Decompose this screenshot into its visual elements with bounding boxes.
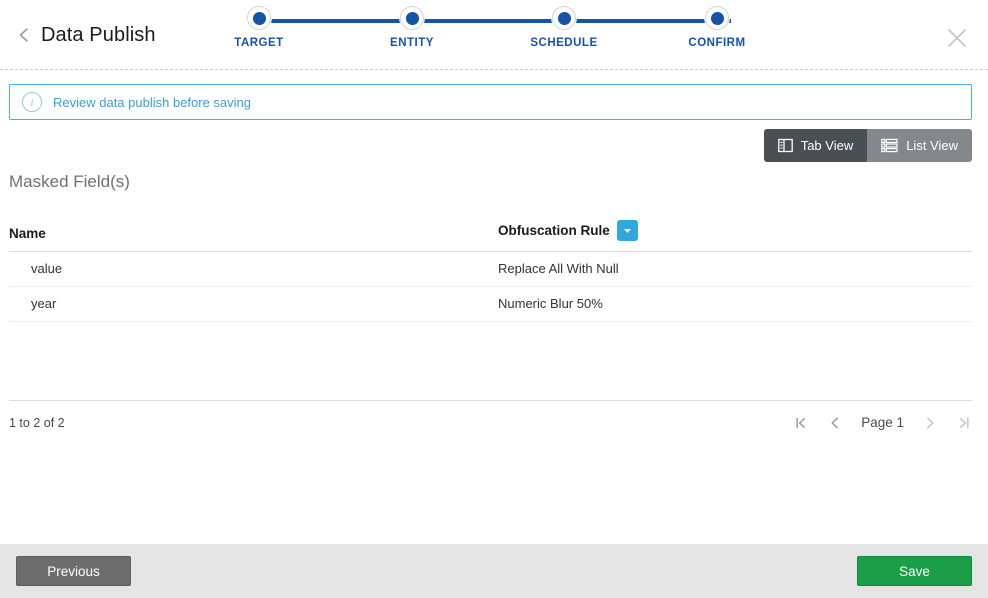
- step-label-confirm: CONFIRM: [657, 37, 777, 49]
- step-label-entity: ENTITY: [352, 37, 472, 49]
- save-button[interactable]: Save: [857, 556, 972, 586]
- chevron-down-icon[interactable]: [617, 220, 638, 241]
- table-row[interactable]: year Numeric Blur 50%: [9, 287, 972, 322]
- stepper-step-target[interactable]: TARGET: [199, 6, 319, 49]
- page-indicator: Page 1: [861, 415, 904, 430]
- cell-name: value: [9, 252, 498, 287]
- prev-page-icon[interactable]: [827, 415, 843, 431]
- data-publish-wizard: Data Publish TARGET ENTITY SCHEDULE CONF…: [0, 0, 988, 598]
- table-row[interactable]: value Replace All With Null: [9, 252, 972, 287]
- list-view-icon: [881, 138, 898, 153]
- step-dot-target[interactable]: [247, 6, 271, 30]
- pagination-controls: Page 1: [793, 415, 972, 431]
- tab-view-icon: [778, 138, 793, 153]
- pagination-count: 1 to 2 of 2: [9, 416, 65, 430]
- step-label-schedule: SCHEDULE: [504, 37, 624, 49]
- step-label-target: TARGET: [199, 37, 319, 49]
- back-chevron-icon[interactable]: [16, 27, 32, 43]
- wizard-stepper: TARGET ENTITY SCHEDULE CONFIRM: [235, 6, 755, 64]
- page-header: Data Publish TARGET ENTITY SCHEDULE CONF…: [0, 0, 988, 70]
- column-header-obfuscation-rule-label: Obfuscation Rule: [498, 223, 610, 238]
- close-icon[interactable]: [944, 25, 970, 51]
- tab-view-label: Tab View: [801, 138, 854, 153]
- action-bar: Previous Save: [0, 544, 988, 598]
- last-page-icon[interactable]: [956, 415, 972, 431]
- info-icon: i: [22, 92, 42, 112]
- section-title: Masked Field(s): [9, 172, 130, 192]
- list-view-label: List View: [906, 138, 958, 153]
- cell-obfuscation-rule: Replace All With Null: [498, 252, 972, 287]
- cell-name: year: [9, 287, 498, 322]
- view-toggle-group: Tab View List View: [764, 129, 972, 162]
- table-header-row: Name Obfuscation Rule: [9, 220, 972, 252]
- column-header-name[interactable]: Name: [9, 220, 498, 252]
- masked-fields-table: Name Obfuscation Rule: [9, 220, 972, 322]
- tab-view-button[interactable]: Tab View: [764, 129, 868, 162]
- info-banner-message: Review data publish before saving: [53, 95, 251, 110]
- page-title: Data Publish: [41, 24, 156, 47]
- step-dot-schedule[interactable]: [552, 6, 576, 30]
- step-dot-entity[interactable]: [400, 6, 424, 30]
- stepper-step-schedule[interactable]: SCHEDULE: [504, 6, 624, 49]
- stepper-step-entity[interactable]: ENTITY: [352, 6, 472, 49]
- column-header-obfuscation-rule[interactable]: Obfuscation Rule: [498, 220, 972, 252]
- cell-obfuscation-rule: Numeric Blur 50%: [498, 287, 972, 322]
- next-page-icon[interactable]: [922, 415, 938, 431]
- pagination-bar: 1 to 2 of 2 Page 1: [9, 400, 972, 444]
- previous-button[interactable]: Previous: [16, 556, 131, 586]
- info-banner: i Review data publish before saving: [9, 84, 972, 120]
- list-view-button[interactable]: List View: [867, 129, 972, 162]
- column-header-name-label: Name: [9, 226, 46, 241]
- first-page-icon[interactable]: [793, 415, 809, 431]
- step-dot-confirm[interactable]: [705, 6, 729, 30]
- content-area: i Review data publish before saving Tab …: [0, 70, 988, 544]
- stepper-step-confirm[interactable]: CONFIRM: [657, 6, 777, 49]
